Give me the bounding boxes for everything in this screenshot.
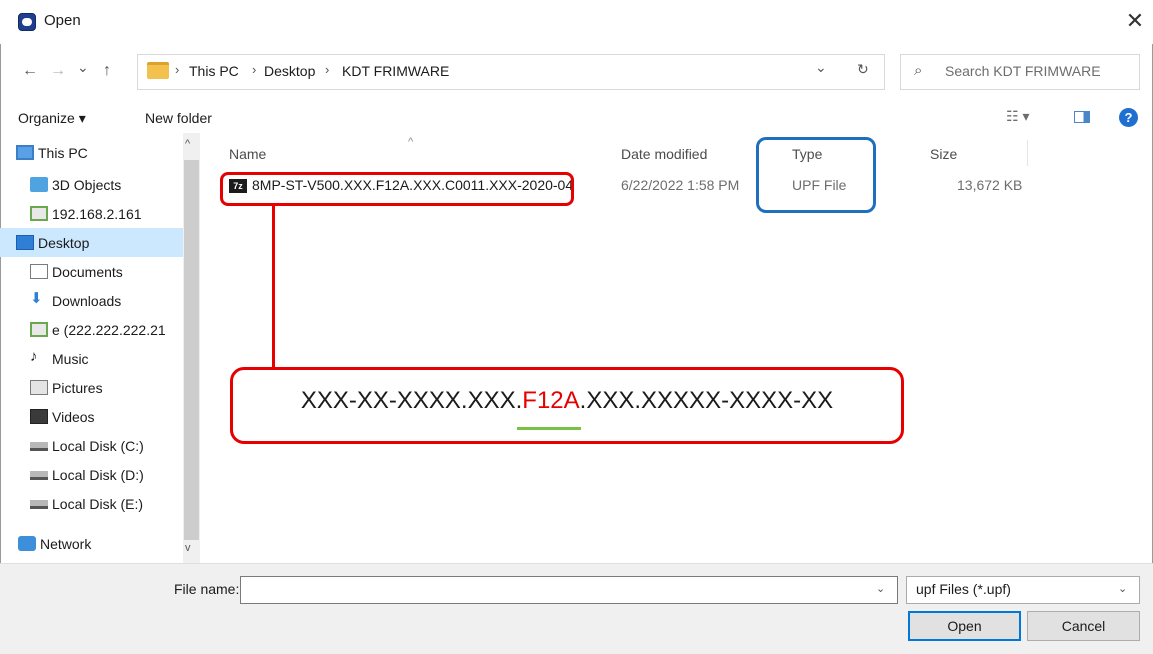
organize-button[interactable]: Organize ▾ bbox=[18, 110, 86, 127]
sidebar-item-label: Local Disk (E:) bbox=[52, 496, 144, 512]
sidebar-item-label: Videos bbox=[52, 409, 95, 425]
sidebar-item-label: Desktop bbox=[38, 235, 90, 251]
sidebar-item-local-disk-e[interactable]: Local Disk (E:) bbox=[0, 489, 183, 518]
breadcrumb-desktop[interactable]: Desktop bbox=[264, 63, 315, 79]
sidebar-item-192-168-2-161[interactable]: 192.168.2.161 bbox=[0, 199, 183, 228]
forward-arrow-icon[interactable]: → bbox=[50, 62, 66, 80]
disk-icon bbox=[30, 442, 48, 451]
back-arrow-icon[interactable]: ← bbox=[22, 62, 38, 80]
sidebar-item-label: This PC bbox=[38, 145, 88, 161]
column-header-date-modified[interactable]: Date modified bbox=[621, 146, 707, 162]
scroll-up-icon[interactable]: ^ bbox=[185, 138, 190, 150]
video-icon bbox=[30, 409, 48, 424]
sidebar-item-label: Downloads bbox=[52, 293, 122, 309]
column-divider bbox=[1027, 140, 1028, 166]
breadcrumb-separator: › bbox=[252, 62, 257, 77]
breadcrumb-separator: › bbox=[325, 62, 330, 77]
window-title: Open bbox=[44, 12, 81, 29]
sidebar-item-videos[interactable]: Videos bbox=[0, 402, 183, 431]
sidebar-item-label: Local Disk (C:) bbox=[52, 438, 144, 454]
pattern-prefix: XXX-XX-XXXX.XXX. bbox=[300, 387, 523, 414]
file-type-value[interactable]: upf Files (*.upf) bbox=[916, 581, 1011, 597]
sidebar-item-local-disk-c[interactable]: Local Disk (C:) bbox=[0, 431, 183, 460]
open-button[interactable]: Open bbox=[908, 611, 1021, 641]
sidebar-scroll-thumb[interactable] bbox=[184, 160, 199, 540]
sidebar-item-label: Pictures bbox=[52, 380, 103, 396]
file-date-modified: 6/22/2022 1:58 PM bbox=[621, 177, 740, 193]
address-bar[interactable] bbox=[137, 54, 885, 90]
callout-connector-line bbox=[272, 206, 275, 368]
file-name-dropdown-icon[interactable]: ⌄ bbox=[876, 582, 885, 595]
highlight-underline bbox=[517, 427, 581, 430]
title-bar bbox=[0, 0, 1153, 44]
sidebar-item-label: Network bbox=[40, 536, 92, 552]
sidebar-item-label: Music bbox=[52, 351, 89, 367]
file-size: 13,672 KB bbox=[957, 177, 1023, 193]
sidebar-item-documents[interactable]: Documents bbox=[0, 257, 183, 286]
file-name-label: File name: bbox=[174, 581, 240, 597]
file-name-input[interactable] bbox=[240, 576, 898, 604]
filename-pattern-text: XXX-XX-XXXX.XXX.F12A.XXX.XXXXX-XXXX-XX bbox=[230, 387, 904, 415]
monitor-icon bbox=[16, 145, 34, 160]
search-icon: ⌕ bbox=[914, 62, 923, 79]
sidebar-item-e-222-222-222-21[interactable]: e (222.222.222.21 bbox=[0, 315, 183, 344]
cancel-button[interactable]: Cancel bbox=[1027, 611, 1140, 641]
sidebar-item-3d-objects[interactable]: 3D Objects bbox=[0, 170, 183, 199]
navigation-pane: This PC 3D Objects 192.168.2.161 Desktop Doc… bbox=[0, 133, 200, 563]
app-icon bbox=[18, 13, 36, 31]
column-header-size[interactable]: Size bbox=[930, 146, 957, 162]
network-drive-icon bbox=[30, 322, 48, 337]
recent-locations-icon[interactable]: ⌄ bbox=[77, 59, 89, 76]
sidebar-item-music[interactable]: ♪ Music bbox=[0, 344, 183, 373]
help-icon[interactable]: ? bbox=[1119, 108, 1138, 127]
new-folder-button[interactable]: New folder bbox=[145, 110, 212, 126]
sidebar-item-label: Local Disk (D:) bbox=[52, 467, 144, 483]
download-icon: ⬇ bbox=[30, 290, 43, 307]
type-highlight-box bbox=[756, 137, 876, 213]
sidebar-item-local-disk-d[interactable]: Local Disk (D:) bbox=[0, 460, 183, 489]
search-placeholder[interactable]: Search KDT FRIMWARE bbox=[945, 63, 1101, 79]
network-icon bbox=[18, 536, 36, 551]
sidebar-item-this-pc[interactable]: This PC bbox=[0, 138, 183, 167]
sidebar-item-desktop[interactable]: Desktop bbox=[0, 228, 183, 257]
sidebar-item-label: 192.168.2.161 bbox=[52, 206, 142, 222]
desktop-icon bbox=[16, 235, 34, 250]
address-dropdown-icon[interactable]: ⌄ bbox=[815, 59, 827, 76]
sidebar-item-label: 3D Objects bbox=[52, 177, 122, 193]
breadcrumb-this-pc[interactable]: This PC bbox=[189, 63, 239, 79]
sidebar-item-label: e (222.222.222.21 bbox=[52, 322, 166, 338]
pattern-highlight: F12A bbox=[522, 387, 580, 414]
view-options-icon[interactable]: ☷ ▾ bbox=[1006, 108, 1029, 125]
folder-icon bbox=[147, 62, 169, 79]
disk-icon bbox=[30, 471, 48, 480]
sidebar-item-label: Documents bbox=[52, 264, 123, 280]
sort-ascending-icon: ^ bbox=[408, 136, 414, 148]
sidebar-item-network[interactable]: Network bbox=[0, 529, 183, 558]
sidebar-item-pictures[interactable]: Pictures bbox=[0, 373, 183, 402]
pattern-suffix: .XXX.XXXXX-XXXX-XX bbox=[579, 387, 834, 414]
refresh-icon[interactable]: ↻ bbox=[857, 61, 869, 78]
pictures-icon bbox=[30, 380, 48, 395]
network-drive-icon bbox=[30, 206, 48, 221]
breadcrumb-kdt-frimware[interactable]: KDT FRIMWARE bbox=[342, 63, 449, 79]
filename-highlight-box bbox=[220, 172, 574, 206]
column-header-name[interactable]: Name bbox=[229, 146, 266, 162]
file-type-dropdown-icon[interactable]: ⌄ bbox=[1118, 582, 1127, 595]
up-arrow-icon[interactable]: ↑ bbox=[103, 62, 111, 80]
breadcrumb-separator: › bbox=[175, 62, 180, 77]
document-icon bbox=[30, 264, 48, 279]
preview-pane-icon[interactable] bbox=[1074, 111, 1090, 123]
scroll-down-icon[interactable]: v bbox=[185, 542, 191, 554]
cube-icon bbox=[30, 177, 48, 192]
disk-icon bbox=[30, 500, 48, 509]
close-icon[interactable]: ✕ bbox=[1120, 6, 1150, 36]
music-icon: ♪ bbox=[30, 348, 38, 365]
sidebar-item-downloads[interactable]: ⬇ Downloads bbox=[0, 286, 183, 315]
